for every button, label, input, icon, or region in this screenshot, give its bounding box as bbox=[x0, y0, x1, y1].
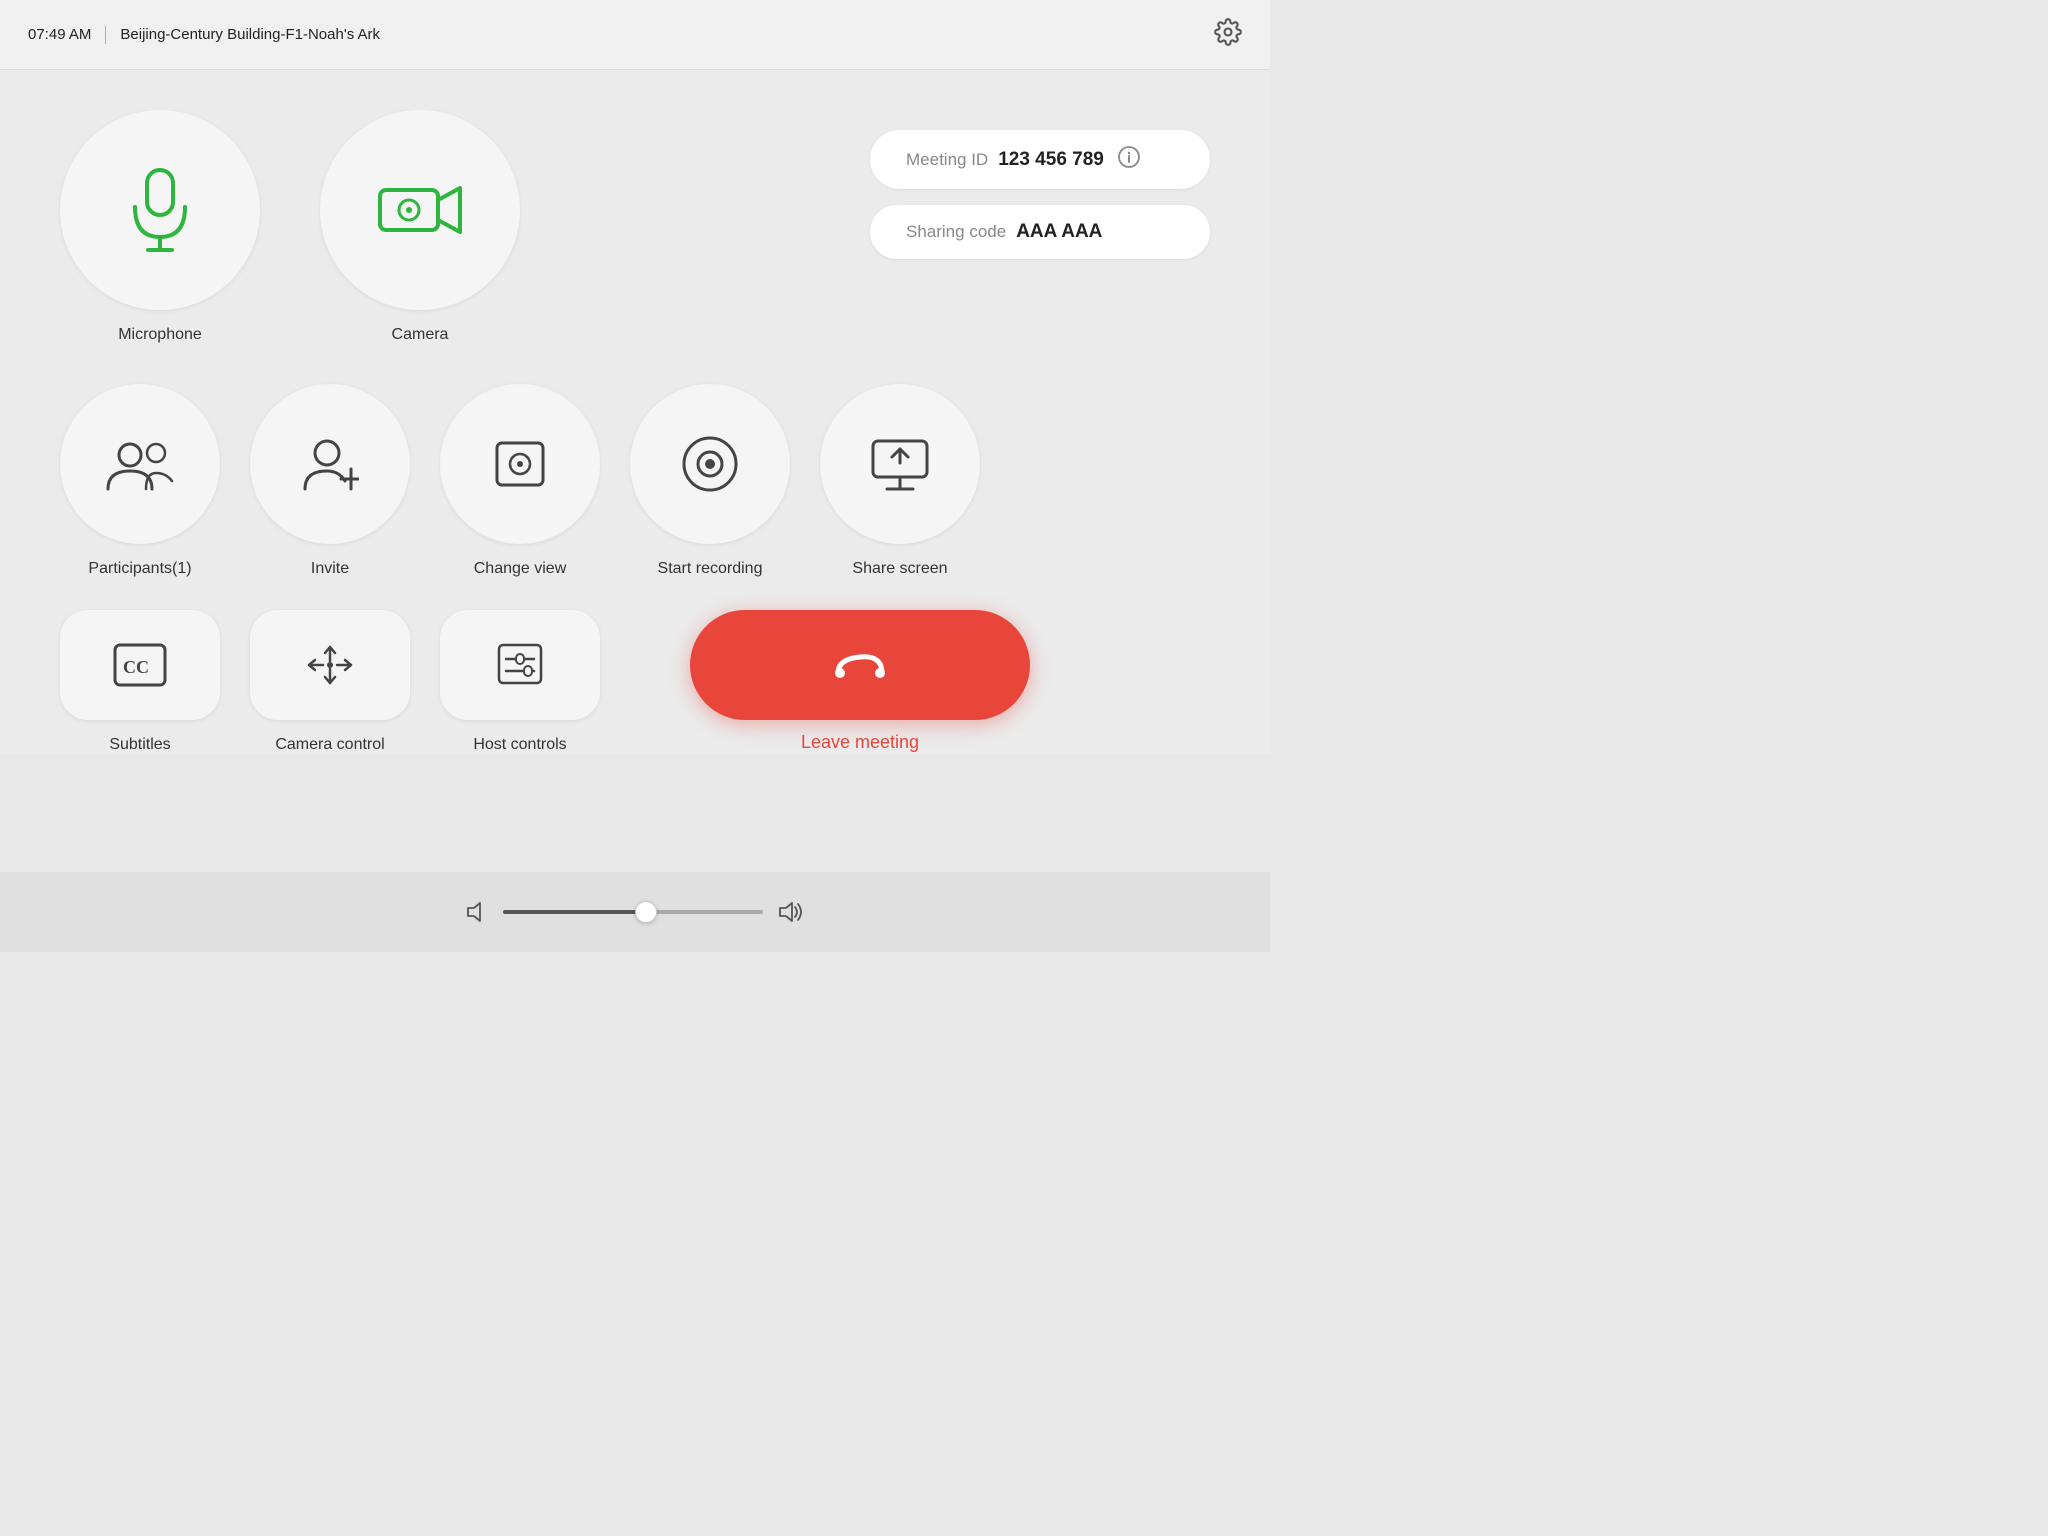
microphone-button[interactable]: Microphone bbox=[60, 110, 260, 344]
header: 07:49 AM Beijing-Century Building-F1-Noa… bbox=[0, 0, 1270, 70]
subtitles-box: CC bbox=[60, 610, 220, 720]
participants-circle bbox=[60, 384, 220, 544]
leave-meeting-button[interactable] bbox=[690, 610, 1030, 720]
header-left: 07:49 AM Beijing-Century Building-F1-Noa… bbox=[28, 26, 380, 44]
volume-low-icon bbox=[465, 900, 489, 924]
share-screen-button[interactable]: Share screen bbox=[820, 384, 980, 578]
main-content: Microphone Camera Meeting ID 1 bbox=[0, 70, 1270, 754]
camera-control-button[interactable]: Camera control bbox=[250, 610, 410, 754]
header-divider bbox=[105, 26, 106, 44]
host-controls-button[interactable]: Host controls bbox=[440, 610, 600, 754]
volume-slider-track[interactable] bbox=[503, 910, 763, 914]
leave-meeting-label: Leave meeting bbox=[801, 732, 919, 753]
camera-control-box bbox=[250, 610, 410, 720]
participants-button[interactable]: Participants(1) bbox=[60, 384, 220, 578]
microphone-label: Microphone bbox=[118, 326, 202, 344]
host-controls-label: Host controls bbox=[473, 736, 566, 754]
share-screen-label: Share screen bbox=[852, 560, 947, 578]
svg-text:CC: CC bbox=[123, 657, 149, 677]
microphone-circle bbox=[60, 110, 260, 310]
camera-circle bbox=[320, 110, 520, 310]
camera-control-label: Camera control bbox=[275, 736, 384, 754]
time-display: 07:49 AM bbox=[28, 26, 91, 43]
invite-circle bbox=[250, 384, 410, 544]
room-name: Beijing-Century Building-F1-Noah's Ark bbox=[120, 26, 380, 43]
bottom-row: CC Subtitles bbox=[60, 610, 1210, 754]
settings-icon[interactable] bbox=[1214, 18, 1242, 51]
volume-high-icon bbox=[777, 900, 805, 924]
camera-label: Camera bbox=[392, 326, 449, 344]
top-row: Microphone Camera Meeting ID 1 bbox=[60, 110, 1210, 344]
invite-button[interactable]: Invite bbox=[250, 384, 410, 578]
volume-slider-thumb[interactable] bbox=[635, 901, 657, 923]
mid-row: Participants(1) Invite bbox=[60, 384, 1210, 578]
share-screen-circle bbox=[820, 384, 980, 544]
sharing-code-card[interactable]: Sharing code AAA AAA bbox=[870, 205, 1210, 259]
start-recording-button[interactable]: Start recording bbox=[630, 384, 790, 578]
camera-button[interactable]: Camera bbox=[320, 110, 520, 344]
start-recording-circle bbox=[630, 384, 790, 544]
change-view-button[interactable]: Change view bbox=[440, 384, 600, 578]
host-controls-box bbox=[440, 610, 600, 720]
start-recording-label: Start recording bbox=[658, 560, 763, 578]
change-view-circle bbox=[440, 384, 600, 544]
meeting-id-card[interactable]: Meeting ID 123 456 789 bbox=[870, 130, 1210, 189]
leave-meeting-wrap: Leave meeting bbox=[690, 610, 1030, 753]
change-view-label: Change view bbox=[474, 560, 567, 578]
meeting-id-label: Meeting ID bbox=[906, 150, 988, 170]
subtitles-button[interactable]: CC Subtitles bbox=[60, 610, 220, 754]
volume-control[interactable] bbox=[465, 900, 805, 924]
sharing-code-label: Sharing code bbox=[906, 222, 1006, 242]
meeting-id-value: 123 456 789 bbox=[998, 149, 1104, 171]
meeting-info: Meeting ID 123 456 789 Sharing code AAA … bbox=[870, 130, 1210, 259]
sharing-code-value: AAA AAA bbox=[1016, 221, 1102, 243]
participants-label: Participants(1) bbox=[88, 560, 191, 578]
subtitles-label: Subtitles bbox=[109, 736, 170, 754]
invite-label: Invite bbox=[311, 560, 349, 578]
bottom-bar bbox=[0, 872, 1270, 952]
info-icon bbox=[1118, 146, 1140, 173]
volume-slider-fill bbox=[503, 910, 646, 914]
